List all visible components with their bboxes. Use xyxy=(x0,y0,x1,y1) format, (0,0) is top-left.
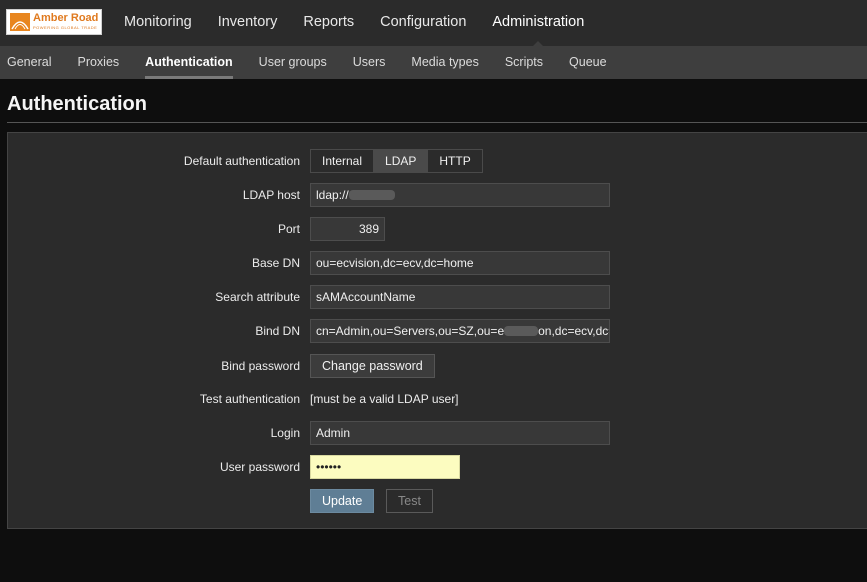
redacted-text xyxy=(504,325,539,336)
submenu-users[interactable]: Users xyxy=(340,46,399,79)
bind-dn-row: Bind DN cn=Admin,ou=Servers,ou=SZ,ou=e on… xyxy=(8,319,867,343)
menu-reports[interactable]: Reports xyxy=(290,0,367,46)
ldap-host-label: LDAP host xyxy=(242,188,300,202)
menu-inventory[interactable]: Inventory xyxy=(205,0,291,46)
change-password-button[interactable]: Change password xyxy=(310,354,435,378)
sub-navigation-bar: General Proxies Authentication User grou… xyxy=(0,46,867,79)
bind-dn-value-end: on,dc=ecv,dc= xyxy=(538,324,610,338)
main-menu: Monitoring Inventory Reports Configurati… xyxy=(111,0,597,46)
update-button[interactable]: Update xyxy=(310,489,375,513)
page-title: Authentication xyxy=(7,93,147,115)
menu-monitoring[interactable]: Monitoring xyxy=(111,0,205,46)
port-label: Port xyxy=(277,222,300,236)
authentication-form: Default authentication Internal LDAP HTT… xyxy=(7,132,867,529)
user-password-label: User password xyxy=(219,460,300,474)
default-auth-selector: Internal LDAP HTTP xyxy=(310,149,483,173)
default-auth-row: Default authentication Internal LDAP HTT… xyxy=(8,149,867,173)
login-label: Login xyxy=(270,426,300,440)
submenu-queue[interactable]: Queue xyxy=(556,46,620,79)
test-auth-row: Test authentication [must be a valid LDA… xyxy=(8,387,867,411)
logo-text: Amber Road xyxy=(33,12,99,24)
bind-password-row: Bind password Change password xyxy=(8,354,867,378)
ldap-host-input[interactable]: ldap:// xyxy=(310,183,610,207)
ldap-host-value: ldap:// xyxy=(316,188,349,202)
port-row: Port 389 xyxy=(8,217,867,241)
base-dn-row: Base DN ou=ecvision,dc=ecv,dc=home xyxy=(8,251,867,275)
auth-option-internal[interactable]: Internal xyxy=(311,150,374,172)
search-attribute-row: Search attribute sAMAccountName xyxy=(8,285,867,309)
test-button[interactable]: Test xyxy=(386,489,433,513)
login-input[interactable]: Admin xyxy=(310,421,610,445)
base-dn-label: Base DN xyxy=(251,256,300,270)
menu-administration[interactable]: Administration xyxy=(479,0,597,46)
search-attribute-label: Search attribute xyxy=(215,290,300,304)
submenu-general[interactable]: General xyxy=(0,46,64,79)
submenu-user-groups[interactable]: User groups xyxy=(246,46,340,79)
amber-road-logo[interactable]: Amber Road POWERING GLOBAL TRADE xyxy=(6,9,102,35)
sub-menu: General Proxies Authentication User grou… xyxy=(0,46,620,79)
bind-dn-input[interactable]: cn=Admin,ou=Servers,ou=SZ,ou=e on,dc=ecv,… xyxy=(310,319,610,343)
title-divider xyxy=(7,122,867,123)
submenu-media-types[interactable]: Media types xyxy=(398,46,491,79)
menu-configuration[interactable]: Configuration xyxy=(367,0,479,46)
auth-option-ldap[interactable]: LDAP xyxy=(373,150,428,172)
login-row: Login Admin xyxy=(8,421,867,445)
sunburst-logo-icon xyxy=(10,13,30,31)
test-auth-note: [must be a valid LDAP user] xyxy=(310,392,459,406)
logo-tagline: POWERING GLOBAL TRADE xyxy=(33,25,98,30)
ldap-host-row: LDAP host ldap:// xyxy=(8,183,867,207)
submenu-proxies[interactable]: Proxies xyxy=(64,46,132,79)
base-dn-input[interactable]: ou=ecvision,dc=ecv,dc=home xyxy=(310,251,610,275)
redacted-text xyxy=(348,189,395,200)
bind-dn-value-start: cn=Admin,ou=Servers,ou=SZ,ou=e xyxy=(316,324,505,338)
bind-dn-label: Bind DN xyxy=(255,324,300,338)
top-navigation-bar: Amber Road POWERING GLOBAL TRADE Monitor… xyxy=(0,0,867,46)
test-auth-label: Test authentication xyxy=(199,392,300,406)
port-input[interactable]: 389 xyxy=(310,217,385,241)
auth-option-http[interactable]: HTTP xyxy=(427,150,482,172)
bind-password-label: Bind password xyxy=(221,359,300,373)
form-actions: Update Test xyxy=(8,489,867,513)
default-auth-label: Default authentication xyxy=(183,154,300,168)
search-attribute-input[interactable]: sAMAccountName xyxy=(310,285,610,309)
user-password-row: User password •••••• xyxy=(8,455,867,479)
submenu-authentication[interactable]: Authentication xyxy=(132,46,246,79)
user-password-input[interactable]: •••••• xyxy=(310,455,460,479)
submenu-scripts[interactable]: Scripts xyxy=(492,46,556,79)
